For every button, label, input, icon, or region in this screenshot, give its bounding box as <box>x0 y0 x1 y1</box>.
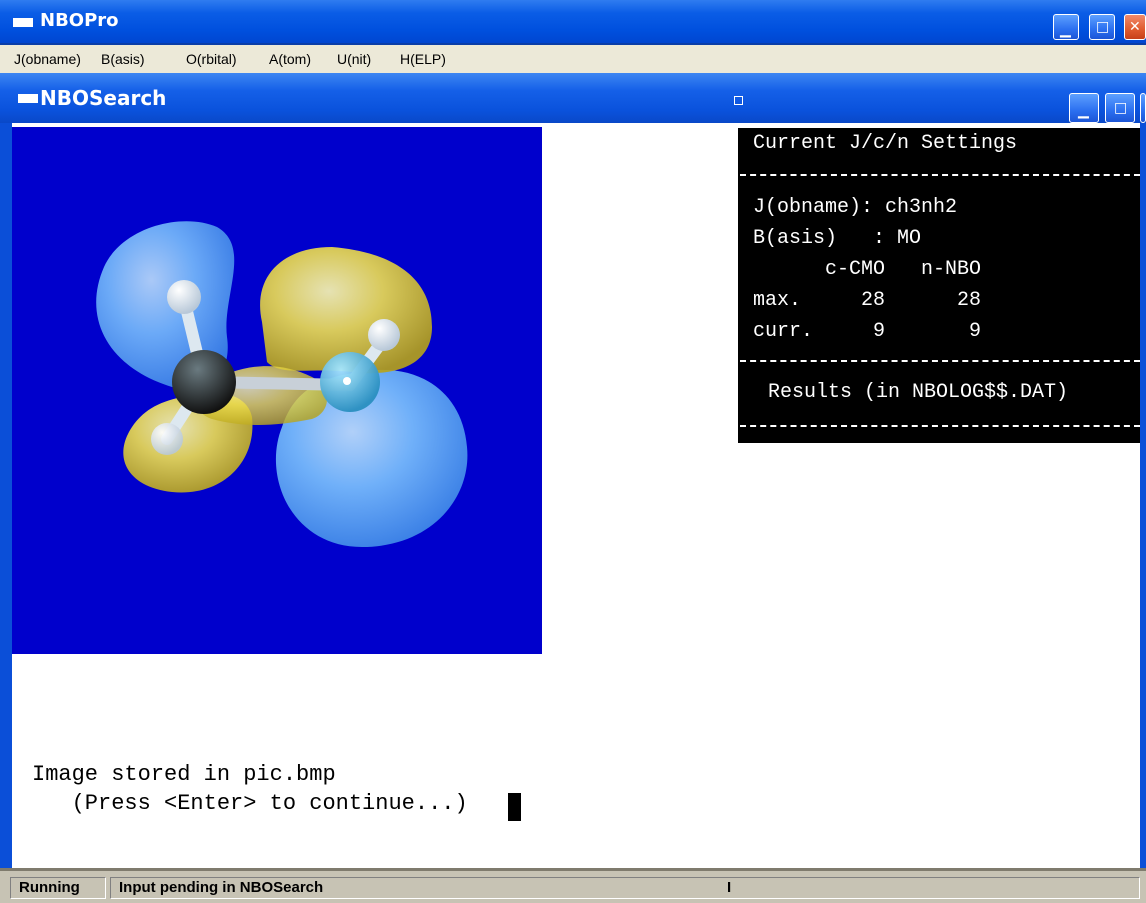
results-label: Results (in NBOLOG$$.DAT) <box>768 381 1069 404</box>
child-window-title-bar[interactable]: NBOSearch ▁ □ <box>0 73 1146 123</box>
basis-setting: B(asis) : MO <box>753 227 922 250</box>
child-close-button[interactable] <box>1140 93 1146 123</box>
menu-help[interactable]: H(ELP) <box>400 51 446 67</box>
window-icon <box>13 18 33 27</box>
text-cursor <box>508 793 521 821</box>
close-icon: ✕ <box>1129 19 1141 35</box>
jobname-setting: J(obname): ch3nh2 <box>753 196 958 219</box>
status-state: Running <box>10 877 106 899</box>
status-message: Input pending in NBOSearch I <box>110 877 1140 899</box>
divider <box>740 174 1140 176</box>
menu-jobname[interactable]: J(obname) <box>14 51 81 67</box>
menu-bar: J(obname) B(asis) O(rbital) A(tom) U(nit… <box>0 45 1146 73</box>
menu-unit[interactable]: U(nit) <box>337 51 371 67</box>
child-minimize-button[interactable]: ▁ <box>1069 93 1099 123</box>
curr-row: curr. 9 9 <box>753 320 982 343</box>
console-output: Image stored in pic.bmp (Press <Enter> t… <box>32 762 468 816</box>
menu-basis[interactable]: B(asis) <box>101 51 145 67</box>
status-bar: Running Input pending in NBOSearch I <box>0 868 1146 903</box>
window-frame-left <box>0 123 12 868</box>
maximize-icon: □ <box>1096 19 1110 35</box>
window-icon <box>18 94 38 103</box>
app-title: NBOPro <box>40 10 119 31</box>
status-indicator: I <box>727 879 732 896</box>
minimize-icon: ▁ <box>1060 22 1071 38</box>
divider <box>740 425 1140 427</box>
app-title-bar[interactable]: NBOPro ▁ □ ✕ <box>0 0 1146 45</box>
orbital-rendering <box>96 221 468 547</box>
columns-header: c-CMO n-NBO <box>753 258 982 281</box>
console-line: Image stored in pic.bmp <box>32 762 336 787</box>
settings-panel: Current J/c/n Settings J(obname): ch3nh2… <box>738 128 1140 443</box>
menu-atom[interactable]: A(tom) <box>269 51 311 67</box>
maximize-icon: □ <box>1114 100 1128 116</box>
window-frame-right <box>1140 123 1146 868</box>
restore-indicator-icon <box>734 96 743 105</box>
child-maximize-button[interactable]: □ <box>1105 93 1135 123</box>
console-line: (Press <Enter> to continue...) <box>32 791 468 816</box>
divider <box>740 360 1140 362</box>
minimize-button[interactable]: ▁ <box>1053 14 1079 40</box>
status-message-text: Input pending in NBOSearch <box>119 879 324 896</box>
max-row: max. 28 28 <box>753 289 982 312</box>
child-window-title: NBOSearch <box>40 86 167 110</box>
close-button[interactable]: ✕ <box>1124 14 1146 40</box>
minimize-icon: ▁ <box>1078 103 1089 119</box>
menu-orbital[interactable]: O(rbital) <box>186 51 237 67</box>
maximize-button[interactable]: □ <box>1089 14 1115 40</box>
settings-heading: Current J/c/n Settings <box>753 132 1018 155</box>
orbital-viewport[interactable] <box>12 127 542 654</box>
